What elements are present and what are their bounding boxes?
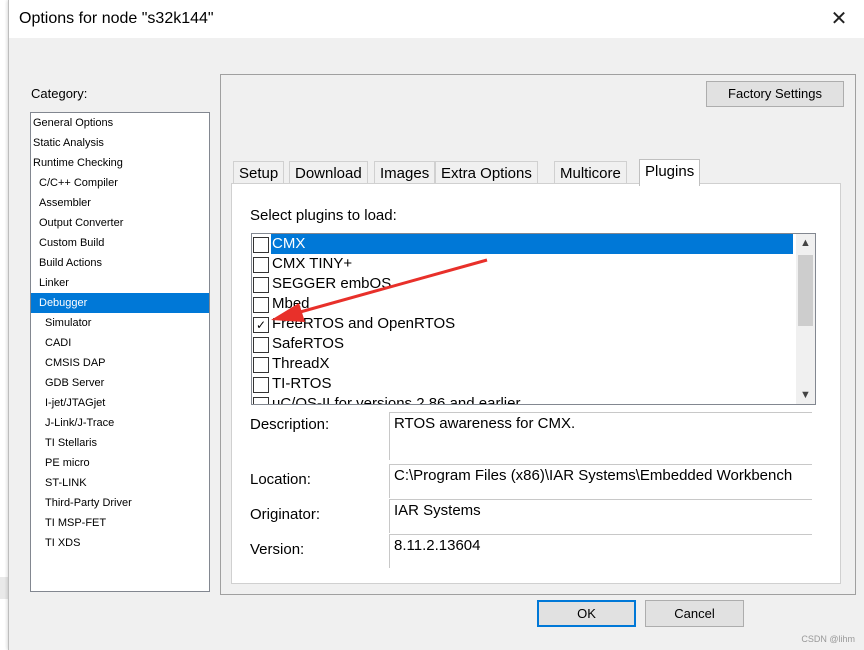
plugins-label: Select plugins to load: xyxy=(250,207,397,224)
plugin-list-item[interactable]: TI-RTOS xyxy=(252,374,815,394)
plugin-checkbox[interactable] xyxy=(253,277,269,293)
tab-plugins[interactable]: Plugins xyxy=(639,159,701,186)
watermark: CSDN @lihm xyxy=(801,634,855,644)
category-item[interactable]: Assembler xyxy=(31,193,209,213)
plugin-list-scrollbar[interactable]: ▲ ▼ xyxy=(796,234,815,404)
plugin-checkbox[interactable] xyxy=(253,397,269,404)
plugin-checkbox[interactable] xyxy=(253,237,269,253)
tab-extra-options[interactable]: Extra Options xyxy=(435,161,538,185)
category-item[interactable]: C/C++ Compiler xyxy=(31,173,209,193)
plugin-list-item[interactable]: SafeRTOS xyxy=(252,334,815,354)
tab-multicore[interactable]: Multicore xyxy=(554,161,627,185)
plugin-list-item[interactable]: CMX TINY+ xyxy=(252,254,815,274)
plugin-label: Mbed xyxy=(272,295,310,312)
plugin-checkbox[interactable] xyxy=(253,257,269,273)
plugin-list-item[interactable]: ThreadX xyxy=(252,354,815,374)
plugin-checkbox[interactable]: ✓ xyxy=(253,317,269,333)
category-item[interactable]: TI MSP-FET xyxy=(31,513,209,533)
category-item[interactable]: Static Analysis xyxy=(31,133,209,153)
plugin-label: SEGGER embOS xyxy=(272,275,392,292)
category-item[interactable]: Output Converter xyxy=(31,213,209,233)
factory-settings-button[interactable]: Factory Settings xyxy=(706,81,844,107)
plugin-label: CMX xyxy=(271,234,793,254)
plugin-label: TI-RTOS xyxy=(272,375,332,392)
scroll-down-icon[interactable]: ▼ xyxy=(796,386,815,404)
plugin-list-item[interactable]: uC/OS-II for versions 2.86 and earlier xyxy=(252,394,815,405)
plugin-list-item[interactable]: Mbed xyxy=(252,294,815,314)
category-item[interactable]: Runtime Checking xyxy=(31,153,209,173)
category-item[interactable]: TI XDS xyxy=(31,533,209,553)
dialog-title: Options for node "s32k144" xyxy=(19,10,214,27)
tab-images[interactable]: Images xyxy=(374,161,436,185)
location-label: Location: xyxy=(250,471,311,488)
plugin-checkbox[interactable] xyxy=(253,357,269,373)
plugin-checkbox[interactable] xyxy=(253,297,269,313)
plugin-label: CMX TINY+ xyxy=(272,255,353,272)
ok-button[interactable]: OK xyxy=(537,600,636,627)
scroll-up-icon[interactable]: ▲ xyxy=(796,234,815,252)
category-item[interactable]: CMSIS DAP xyxy=(31,353,209,373)
plugin-list-item[interactable]: CMX xyxy=(252,234,815,254)
description-label: Description: xyxy=(250,416,330,433)
location-value: C:\Program Files (x86)\IAR Systems\Embed… xyxy=(389,464,812,498)
plugin-checkbox[interactable] xyxy=(253,337,269,353)
category-item[interactable]: J-Link/J-Trace xyxy=(31,413,209,433)
close-icon[interactable]: ✕ xyxy=(825,6,853,32)
category-item[interactable]: ST-LINK xyxy=(31,473,209,493)
version-value: 8.11.2.13604 xyxy=(389,534,812,568)
category-item[interactable]: General Options xyxy=(31,113,209,133)
category-label: Category: xyxy=(31,86,88,101)
originator-value: IAR Systems xyxy=(389,499,812,533)
options-dialog: Options for node "s32k144" ✕ Category: G… xyxy=(8,0,864,650)
plugin-list-item[interactable]: SEGGER embOS xyxy=(252,274,815,294)
plugin-checkbox[interactable] xyxy=(253,377,269,393)
category-item[interactable]: Debugger xyxy=(31,293,209,313)
version-label: Version: xyxy=(250,541,305,558)
plugin-label: ThreadX xyxy=(272,355,330,372)
plugin-list-item[interactable]: ✓ FreeRTOS and OpenRTOS xyxy=(252,314,815,334)
cancel-button[interactable]: Cancel xyxy=(645,600,744,627)
plugin-label: uC/OS-II for versions 2.86 and earlier xyxy=(272,395,521,405)
category-item[interactable]: I-jet/JTAGjet xyxy=(31,393,209,413)
category-item[interactable]: Custom Build xyxy=(31,233,209,253)
category-list[interactable]: General Options Static Analysis Runtime Ch… xyxy=(30,112,210,592)
category-item[interactable]: Linker xyxy=(31,273,209,293)
tab-download[interactable]: Download xyxy=(289,161,368,185)
category-item[interactable]: Third-Party Driver xyxy=(31,493,209,513)
category-item[interactable]: GDB Server xyxy=(31,373,209,393)
options-panel: Factory Settings Setup Download Images Extr… xyxy=(220,74,856,595)
category-item[interactable]: PE micro xyxy=(31,453,209,473)
plugin-label: SafeRTOS xyxy=(272,335,344,352)
category-item[interactable]: Build Actions xyxy=(31,253,209,273)
title-bar: Options for node "s32k144" ✕ xyxy=(9,0,864,38)
tab-setup[interactable]: Setup xyxy=(233,161,285,185)
plugins-tab-content: Select plugins to load: CMX CMX TINY+ SEGG… xyxy=(231,183,841,584)
category-item[interactable]: TI Stellaris xyxy=(31,433,209,453)
scroll-thumb[interactable] xyxy=(798,255,813,326)
description-value: RTOS awareness for CMX. xyxy=(389,412,812,460)
plugin-list[interactable]: CMX CMX TINY+ SEGGER embOS Mbed ✓ FreeRTOS an… xyxy=(251,233,816,405)
plugin-label: FreeRTOS and OpenRTOS xyxy=(272,315,456,332)
category-item[interactable]: Simulator xyxy=(31,313,209,333)
category-item[interactable]: CADI xyxy=(31,333,209,353)
originator-label: Originator: xyxy=(250,506,321,523)
